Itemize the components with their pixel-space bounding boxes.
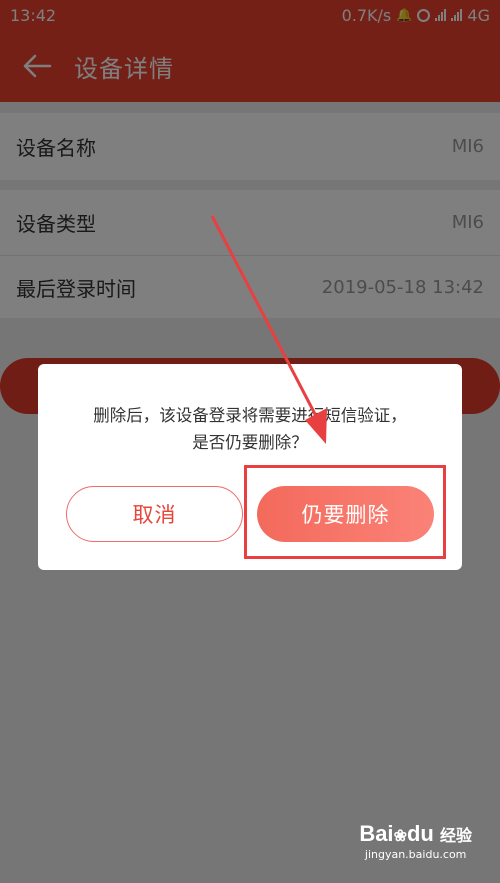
watermark-brand2: du (406, 821, 434, 846)
baidu-watermark: Bai❀du 经验 jingyan.baidu.com (359, 821, 472, 861)
watermark-url: jingyan.baidu.com (364, 848, 467, 861)
paw-icon: ❀ (393, 828, 407, 845)
watermark-brand-cn: 经验 (439, 828, 472, 845)
annotation-arrow-icon (210, 215, 327, 444)
watermark-brand: Bai (359, 821, 394, 846)
